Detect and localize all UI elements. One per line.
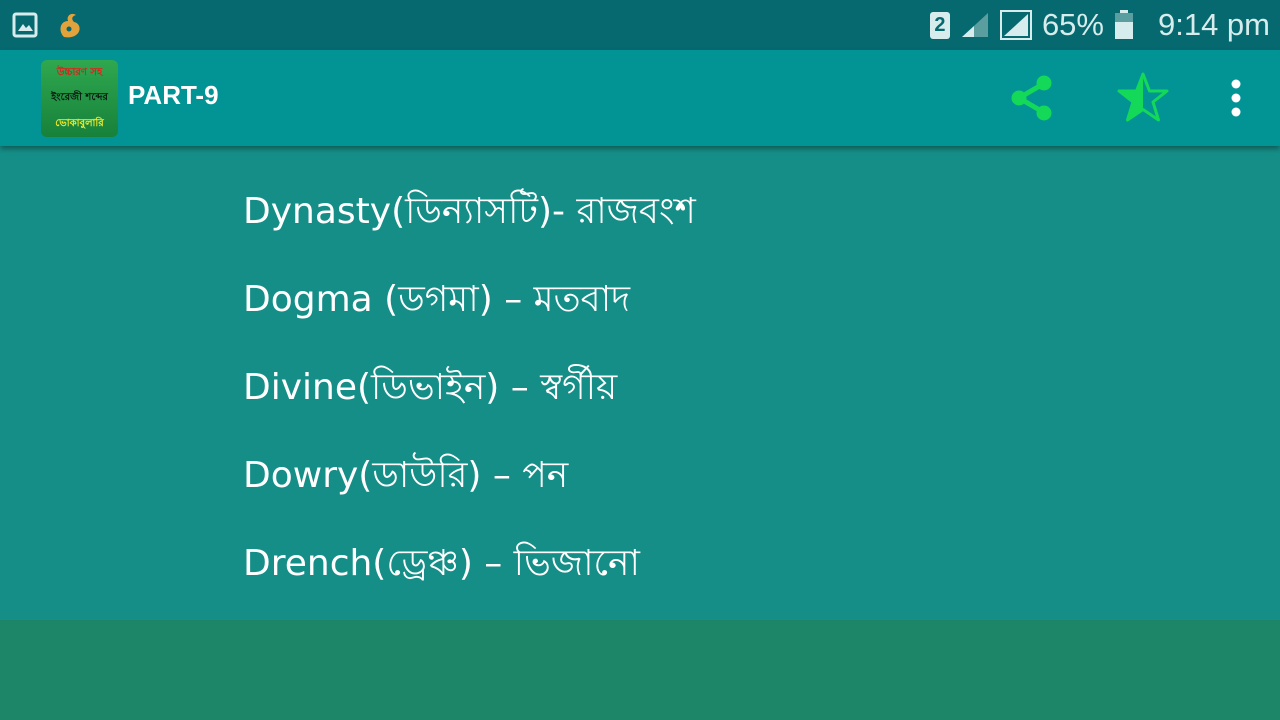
rate-button[interactable] [1115, 70, 1171, 126]
overflow-menu-button[interactable] [1208, 70, 1264, 126]
logo-line-2: ইংরেজী শব্দের [51, 92, 108, 104]
clock: 9:14 pm [1157, 7, 1270, 42]
battery-percent: 65% [1041, 7, 1104, 42]
vocab-content[interactable]: Dynasty(ডিন্যাসটি)- রাজবংশ Dogma (ডগমা) … [0, 146, 1280, 620]
gallery-icon [12, 12, 38, 38]
vocab-item: Dowry(ডাউরি) – পন [243, 455, 569, 496]
vocab-item: Dogma (ডগমা) – মতবাদ [243, 279, 631, 320]
battery-icon [1114, 10, 1133, 39]
app-bar: উচ্চারণ সহ ইংরেজী শব্দের ভোকাবুলারি PART… [0, 50, 1280, 146]
vocab-item: Divine(ডিভাইন) – স্বর্গীয় [243, 367, 618, 408]
share-icon [1011, 75, 1052, 121]
logo-line-1: উচ্চারণ সহ [56, 66, 103, 78]
vocab-item: Drench(ড্রেঞ্চ) – ভিজানো [243, 543, 640, 584]
app-logo[interactable]: উচ্চারণ সহ ইংরেজী শব্দের ভোকাবুলারি [41, 60, 118, 137]
notification-icons [12, 11, 86, 39]
signal-icon [961, 13, 988, 37]
vocab-list: Dynasty(ডিন্যাসটি)- রাজবংশ Dogma (ডগমা) … [243, 190, 696, 630]
status-bar: 2 65% 9:14 pm [0, 0, 1280, 50]
signal-icon [999, 10, 1032, 40]
vocab-item: Dynasty(ডিন্যাসটি)- রাজবংশ [243, 191, 696, 232]
page-title: PART-9 [128, 80, 219, 110]
system-indicators: 2 65% 9:14 pm [929, 0, 1270, 50]
overflow-menu-icon [1231, 79, 1241, 117]
rate-star-icon [1117, 72, 1169, 122]
logo-line-3: ভোকাবুলারি [55, 118, 104, 130]
sim-2-icon: 2 [929, 11, 950, 39]
share-button[interactable] [1004, 70, 1060, 126]
squirrel-app-icon [60, 13, 80, 38]
sim-badge: 2 [934, 13, 946, 36]
